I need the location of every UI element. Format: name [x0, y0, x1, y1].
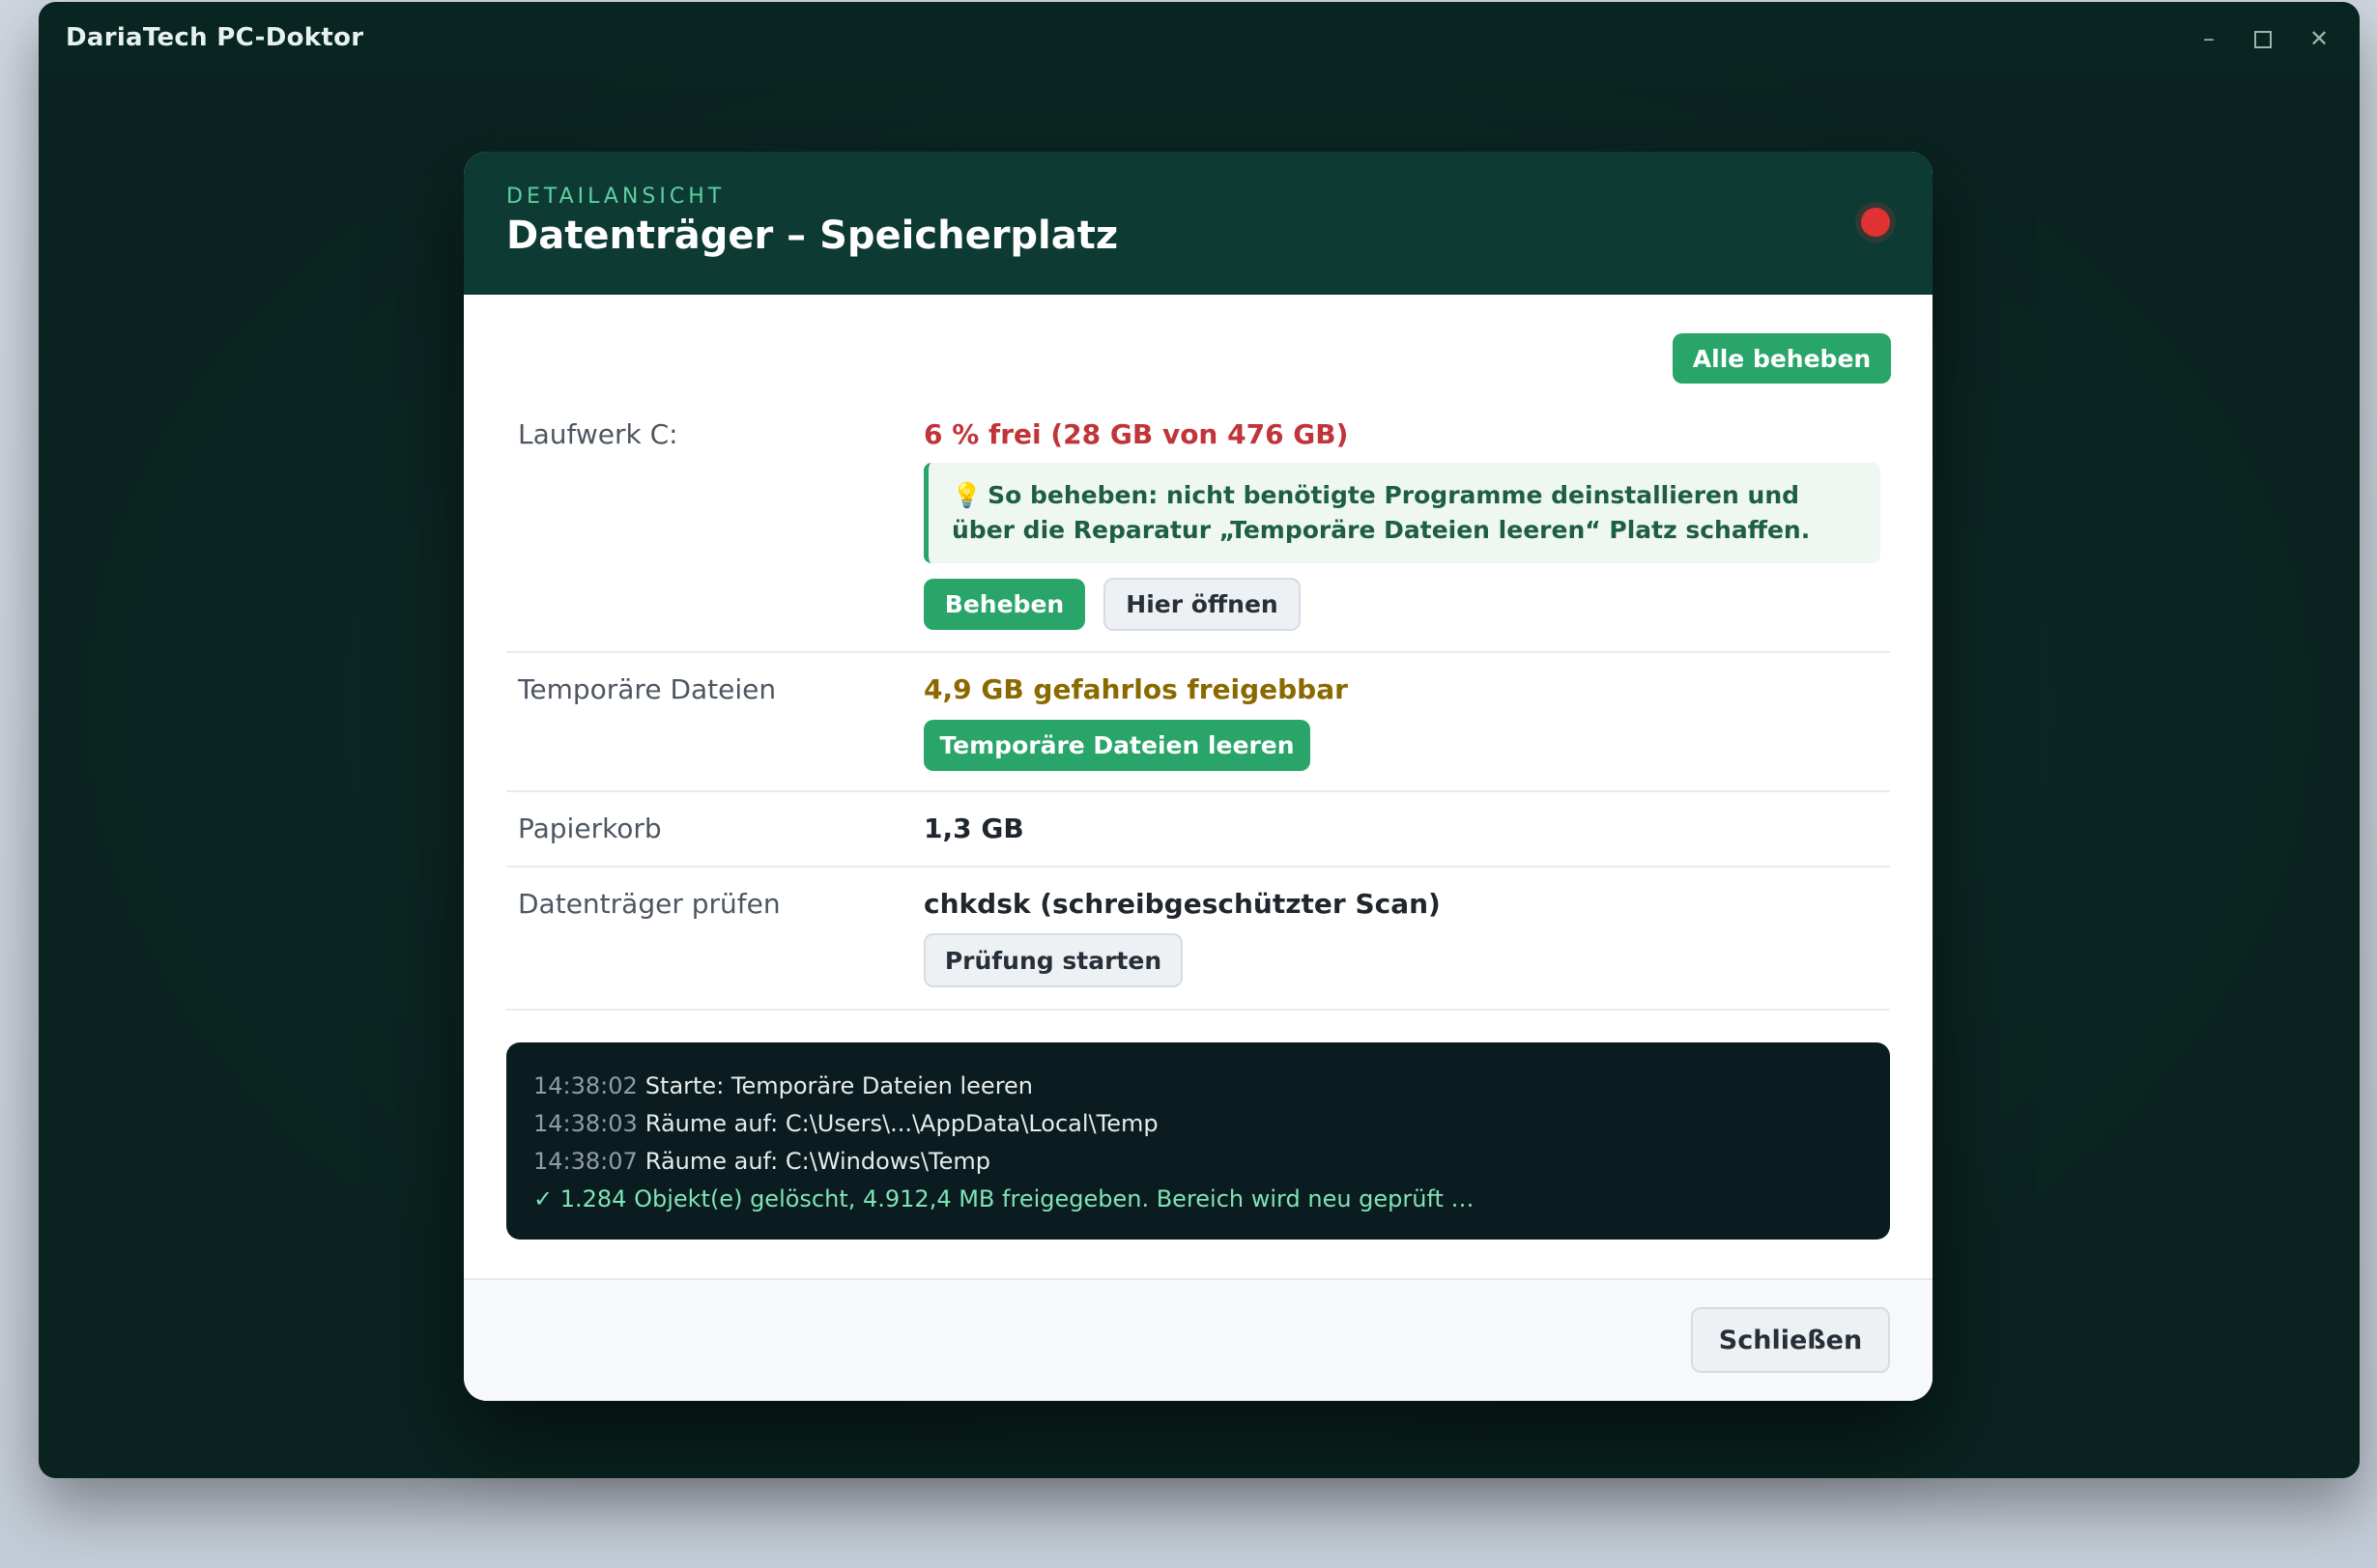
log-timestamp: 14:38:03 — [533, 1110, 638, 1137]
log-line: 14:38:02 Starte: Temporäre Dateien leeren — [533, 1068, 1863, 1105]
row-label-recycle-bin: Papierkorb — [518, 813, 662, 844]
desktop: DariaTech PC-Doktor – ✕ DETAILANSICHT Da… — [0, 0, 2377, 1568]
log-timestamp: 14:38:07 — [533, 1148, 638, 1175]
fix-button[interactable]: Beheben — [924, 579, 1085, 630]
row-divider — [506, 651, 1890, 653]
close-window-button[interactable]: ✕ — [2300, 19, 2338, 58]
open-here-button[interactable]: Hier öffnen — [1103, 578, 1301, 631]
log-line-success: ✓ 1.284 Objekt(e) gelöscht, 4.912,4 MB f… — [533, 1181, 1863, 1218]
lightbulb-icon: 💡 — [952, 481, 983, 509]
log-timestamp: 14:38:02 — [533, 1072, 638, 1099]
dialog-header: DETAILANSICHT Datenträger – Speicherplat… — [464, 152, 1933, 295]
row-label-drive-c: Laufwerk C: — [518, 418, 678, 450]
titlebar: DariaTech PC-Doktor – ✕ — [39, 2, 2360, 75]
status-indicator-icon — [1861, 208, 1890, 237]
log-text: Räume auf: C:\Users\...\AppData\Local\Te… — [644, 1110, 1159, 1137]
row-value-temp-files: 4,9 GB gefahrlos freigebbar — [924, 673, 1348, 705]
log-text: ✓ 1.284 Objekt(e) gelöscht, 4.912,4 MB f… — [533, 1185, 1475, 1212]
row-value-drive-c: 6 % frei (28 GB von 476 GB) — [924, 418, 1349, 450]
log-text: Starte: Temporäre Dateien leeren — [644, 1072, 1034, 1099]
row-label-temp-files: Temporäre Dateien — [518, 673, 777, 705]
log-line: 14:38:07 Räume auf: C:\Windows\Temp — [533, 1143, 1863, 1181]
maximize-button[interactable] — [2244, 19, 2282, 58]
row-value-check-disk: chkdsk (schreibgeschützter Scan) — [924, 888, 1441, 920]
maximize-icon — [2254, 31, 2272, 48]
log-line: 14:38:03 Räume auf: C:\Users\...\AppData\… — [533, 1105, 1863, 1143]
row-divider — [506, 1009, 1890, 1011]
log-text: Räume auf: C:\Windows\Temp — [644, 1148, 990, 1175]
start-check-button[interactable]: Prüfung starten — [924, 933, 1183, 987]
row-divider — [506, 866, 1890, 868]
fix-hint: 💡 So beheben: nicht benötigte Programme d… — [924, 463, 1880, 563]
dialog-title: Datenträger – Speicherplatz — [506, 214, 1119, 258]
row-value-recycle-bin: 1,3 GB — [924, 813, 1024, 844]
clear-temp-files-button[interactable]: Temporäre Dateien leeren — [924, 720, 1310, 771]
close-dialog-button[interactable]: Schließen — [1691, 1307, 1890, 1373]
dialog-eyebrow: DETAILANSICHT — [506, 185, 726, 209]
detail-dialog: DETAILANSICHT Datenträger – Speicherplat… — [464, 152, 1933, 1401]
fix-all-button[interactable]: Alle beheben — [1673, 333, 1891, 384]
row-label-check-disk: Datenträger prüfen — [518, 888, 781, 920]
minimize-button[interactable]: – — [2190, 19, 2228, 58]
activity-log: 14:38:02 Starte: Temporäre Dateien leeren… — [506, 1042, 1890, 1240]
app-title: DariaTech PC-Doktor — [66, 23, 364, 52]
fix-hint-text: So beheben: nicht benötigte Programme de… — [952, 481, 1811, 544]
row-divider — [506, 790, 1890, 792]
